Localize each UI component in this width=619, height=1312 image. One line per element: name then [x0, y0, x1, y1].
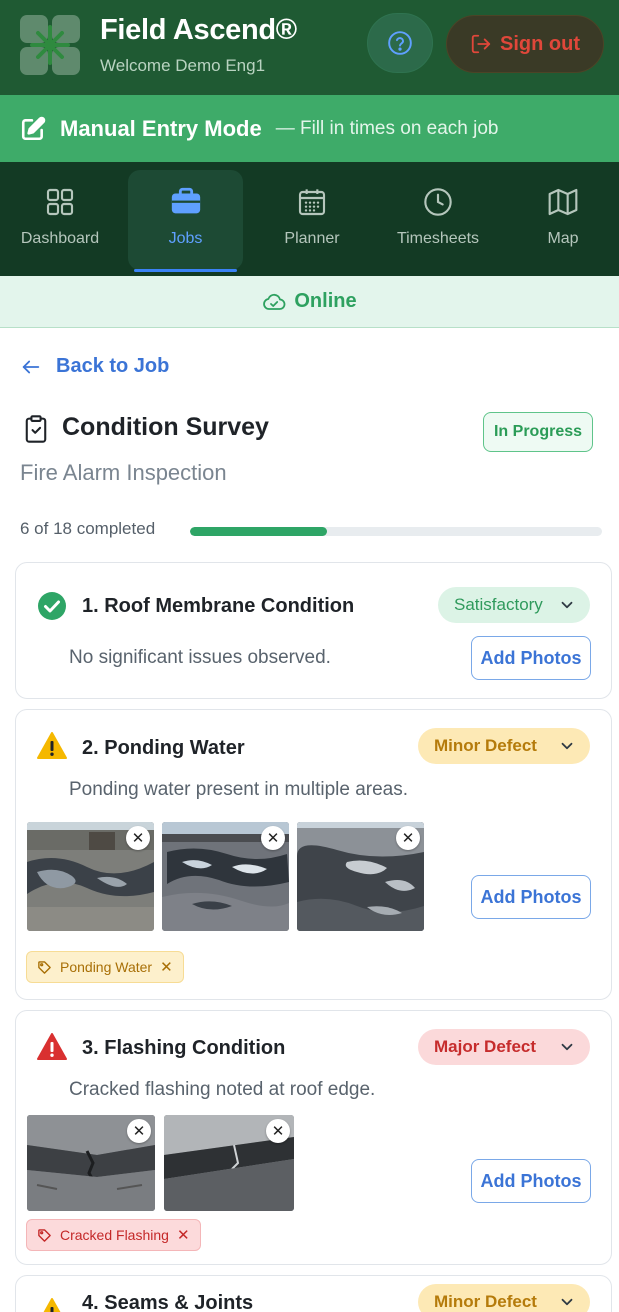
tab-label: Map	[547, 230, 579, 247]
progress-text: 6 of 18 completed	[20, 519, 156, 538]
calendar-icon	[298, 189, 326, 216]
item-title: 1. Roof Membrane Condition	[82, 595, 355, 617]
alert-triangle-icon	[37, 1033, 67, 1060]
tag-icon	[38, 960, 51, 974]
remove-photo-button[interactable]: ✕	[127, 1119, 151, 1143]
defect-tag: Cracked Flashing ✕	[26, 1219, 201, 1251]
survey-item-card: 3. Flashing Condition Major Defect Crack…	[15, 1010, 612, 1265]
tag-icon	[38, 1228, 51, 1242]
sign-out-button[interactable]: Sign out	[446, 15, 604, 73]
mode-subtitle: — Fill in times on each job	[275, 117, 499, 139]
tab-map[interactable]: Map	[518, 170, 608, 270]
map-icon	[548, 188, 578, 216]
item-title: 2. Ponding Water	[82, 737, 245, 759]
active-tab-indicator	[134, 269, 237, 272]
rating-dropdown[interactable]: Major Defect	[418, 1029, 590, 1065]
help-button[interactable]	[367, 13, 433, 73]
remove-tag-button[interactable]: ✕	[160, 958, 173, 976]
clipboard-check-icon	[25, 415, 47, 443]
connection-status-bar: Online	[0, 276, 619, 328]
item-note: No significant issues observed.	[69, 647, 331, 668]
app-title: Field Ascend®	[100, 14, 297, 46]
welcome-text: Welcome Demo Eng1	[100, 56, 266, 75]
help-circle-icon	[388, 31, 412, 55]
defect-tag: Ponding Water ✕	[26, 951, 184, 983]
tab-planner[interactable]: Planner	[262, 170, 362, 270]
tab-dashboard[interactable]: Dashboard	[10, 170, 110, 270]
rating-value: Minor Defect	[434, 736, 537, 755]
page-subtitle: Fire Alarm Inspection	[20, 460, 227, 485]
survey-item-card: 1. Roof Membrane Condition Satisfactory …	[15, 562, 612, 699]
app-header: Field Ascend® Welcome Demo Eng1 Sign out	[0, 0, 619, 95]
tab-label: Timesheets	[396, 230, 480, 247]
chevron-down-icon	[561, 1298, 573, 1306]
item-note: Cracked flashing noted at roof edge.	[69, 1079, 376, 1100]
mode-title: Manual Entry Mode	[60, 115, 262, 141]
rating-dropdown[interactable]: Minor Defect	[418, 1284, 590, 1312]
briefcase-icon	[171, 187, 200, 214]
photo-thumbnail[interactable]: ✕	[297, 822, 424, 931]
item-title: 3. Flashing Condition	[82, 1037, 286, 1059]
rating-value: Satisfactory	[454, 595, 543, 614]
tab-jobs[interactable]: Jobs	[128, 170, 243, 272]
chevron-down-icon	[561, 742, 573, 750]
survey-item-card: 2. Ponding Water Minor Defect Ponding wa…	[15, 709, 612, 1000]
tab-timesheets[interactable]: Timesheets	[383, 170, 493, 270]
remove-photo-button[interactable]: ✕	[396, 826, 420, 850]
chevron-down-icon	[561, 1043, 573, 1051]
tag-label: Ponding Water	[60, 959, 153, 975]
rating-dropdown[interactable]: Satisfactory	[438, 587, 590, 623]
tab-label: Dashboard	[20, 230, 100, 247]
progress-bar	[190, 527, 602, 536]
remove-photo-button[interactable]: ✕	[126, 826, 150, 850]
page-title: Condition Survey	[62, 413, 269, 441]
back-to-job-label: Back to Job	[56, 355, 170, 377]
tab-label: Planner	[284, 230, 340, 247]
tab-label: Jobs	[168, 230, 203, 247]
photo-thumbnail[interactable]: ✕	[27, 822, 154, 931]
warning-icon	[37, 732, 67, 759]
chevron-down-icon	[561, 601, 573, 609]
clock-icon	[424, 188, 452, 216]
remove-photo-button[interactable]: ✕	[266, 1119, 290, 1143]
rating-value: Minor Defect	[434, 1292, 537, 1311]
photo-thumbnail[interactable]: ✕	[27, 1115, 155, 1211]
grid-icon	[46, 188, 74, 216]
add-photos-button[interactable]: Add Photos	[471, 636, 591, 680]
survey-item-card: 4. Seams & Joints Minor Defect	[15, 1275, 612, 1312]
tag-label: Cracked Flashing	[60, 1227, 169, 1243]
manual-entry-banner: Manual Entry Mode — Fill in times on eac…	[0, 95, 619, 162]
rating-value: Major Defect	[434, 1037, 537, 1056]
check-circle-icon	[38, 592, 66, 620]
edit-icon	[21, 116, 46, 140]
arrow-left-icon	[22, 360, 40, 373]
sign-out-label: Sign out	[500, 32, 580, 55]
connection-status-label: Online	[294, 290, 357, 312]
photo-thumbnail[interactable]: ✕	[162, 822, 289, 931]
add-photos-button[interactable]: Add Photos	[471, 875, 591, 919]
cloud-check-icon	[263, 293, 286, 310]
warning-icon	[43, 1298, 61, 1312]
item-note: Ponding water present in multiple areas.	[69, 779, 409, 800]
remove-photo-button[interactable]: ✕	[261, 826, 285, 850]
main-nav: Dashboard Jobs Planner Timesheets Map	[0, 162, 619, 276]
add-photos-button[interactable]: Add Photos	[471, 1159, 591, 1203]
rating-dropdown[interactable]: Minor Defect	[418, 728, 590, 764]
logout-icon	[471, 34, 491, 54]
item-title: 4. Seams & Joints	[82, 1292, 254, 1312]
photo-thumbnail[interactable]: ✕	[164, 1115, 294, 1211]
status-badge: In Progress	[483, 412, 593, 452]
field-ascend-logo	[20, 15, 80, 75]
progress-bar-fill	[190, 527, 328, 536]
back-to-job-link[interactable]: Back to Job	[20, 355, 169, 378]
remove-tag-button[interactable]: ✕	[177, 1226, 190, 1244]
